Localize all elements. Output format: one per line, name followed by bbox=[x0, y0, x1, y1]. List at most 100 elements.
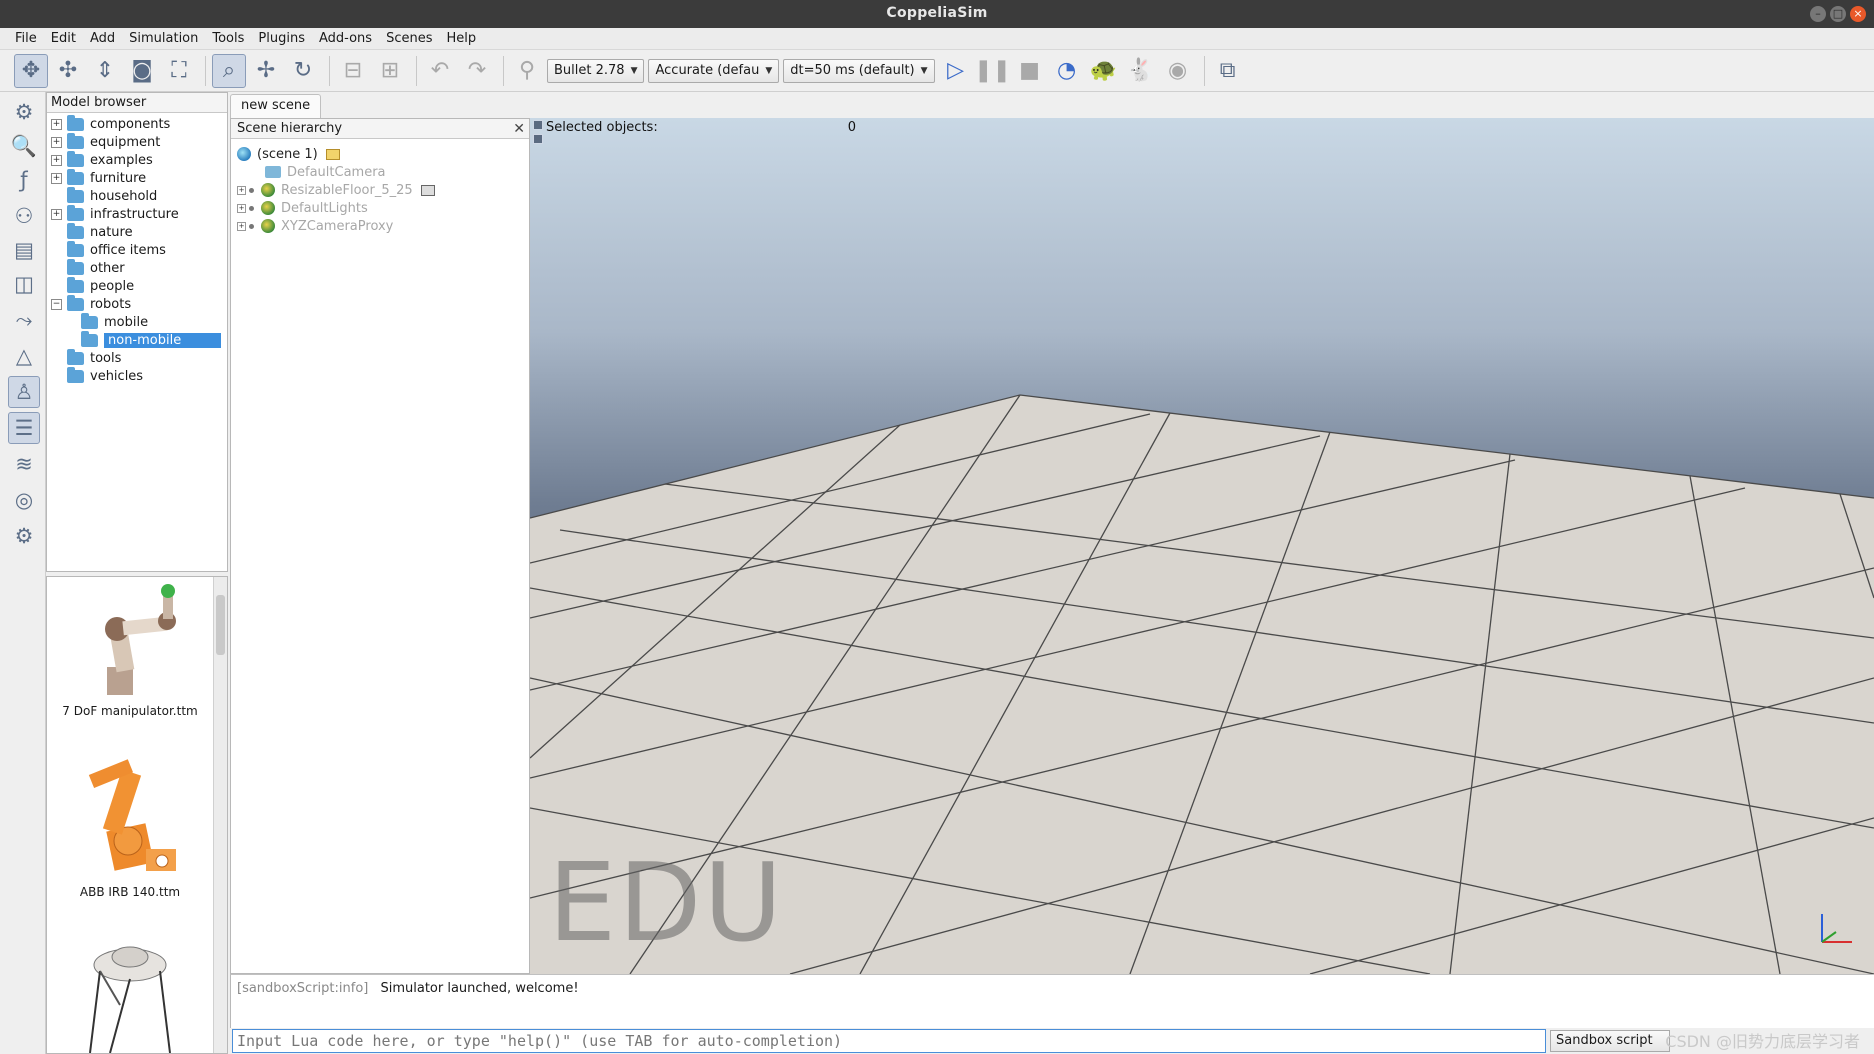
slow-down-icon[interactable]: 🐢 bbox=[1087, 54, 1121, 88]
expand-icon[interactable]: + bbox=[51, 208, 62, 220]
model-folder-infrastructure[interactable]: + infrastructure bbox=[51, 204, 179, 223]
folder-icon bbox=[67, 204, 84, 221]
collections-icon[interactable]: ⚇ bbox=[8, 200, 40, 232]
expand-icon[interactable]: + bbox=[51, 154, 62, 166]
menu-addons[interactable]: Add-ons bbox=[312, 31, 379, 46]
user-settings-icon[interactable]: ⚙ bbox=[8, 520, 40, 552]
model-folder-components[interactable]: + components bbox=[51, 114, 171, 133]
model-folder-other[interactable]: other bbox=[51, 258, 125, 277]
start-simulation-icon[interactable]: ▷ bbox=[939, 54, 973, 88]
lua-command-input[interactable]: Input Lua code here, or type "help()" (u… bbox=[232, 1029, 1546, 1053]
menu-simulation[interactable]: Simulation bbox=[122, 31, 205, 46]
model-folder-vehicles[interactable]: vehicles bbox=[51, 366, 143, 385]
thumbnail-abb[interactable]: ABB IRB 140.ttm bbox=[47, 757, 213, 899]
scene-toggle-icon[interactable]: ⧉ bbox=[1211, 54, 1245, 88]
hierarchy-item-xyzcameraproxy[interactable]: + XYZCameraProxy bbox=[237, 217, 393, 235]
speed-up-icon[interactable]: 🐇 bbox=[1124, 54, 1158, 88]
pause-simulation-icon[interactable]: ❚❚ bbox=[974, 54, 1011, 88]
hierarchy-item-defaultlights[interactable]: + DefaultLights bbox=[237, 199, 368, 217]
model-thumbnails-panel: 7 DoF manipulator.ttm ABB IRB 140.ttm bbox=[46, 576, 228, 1054]
maximize-icon[interactable]: □ bbox=[1830, 6, 1846, 22]
path-edit-icon[interactable]: ⤳ bbox=[8, 304, 40, 336]
model-folder-office-items[interactable]: office items bbox=[51, 240, 166, 259]
undo-icon[interactable]: ↶ bbox=[423, 54, 457, 88]
model-browser-icon[interactable]: ♙ bbox=[8, 376, 40, 408]
model-folder-robots[interactable]: − robots bbox=[51, 294, 131, 313]
accuracy-select[interactable]: Accurate (defau ▼ bbox=[648, 58, 780, 83]
assemble-icon[interactable]: ⊟ bbox=[336, 54, 370, 88]
menu-scenes[interactable]: Scenes bbox=[379, 31, 439, 46]
script-icon[interactable] bbox=[420, 184, 435, 196]
click-selection-icon[interactable]: ⌕ bbox=[212, 53, 246, 88]
model-folder-tools[interactable]: tools bbox=[51, 348, 121, 367]
scene-hierarchy-icon[interactable]: ☰ bbox=[8, 412, 40, 444]
model-folder-examples[interactable]: + examples bbox=[51, 150, 153, 169]
fit-to-view-icon[interactable]: ⛶ bbox=[162, 54, 196, 88]
menu-help[interactable]: Help bbox=[439, 31, 483, 46]
object-rotate-icon[interactable]: ↻ bbox=[286, 54, 320, 88]
menu-add[interactable]: Add bbox=[83, 31, 122, 46]
stop-simulation-icon[interactable]: ■ bbox=[1013, 54, 1047, 88]
physics-engine-select[interactable]: Bullet 2.78 ▼ bbox=[547, 58, 645, 83]
minimize-icon[interactable]: – bbox=[1810, 6, 1826, 22]
expand-icon[interactable]: + bbox=[51, 118, 62, 130]
scene-root[interactable]: (scene 1) bbox=[237, 145, 340, 163]
menu-tools[interactable]: Tools bbox=[205, 31, 251, 46]
status-console: [sandboxScript:info] Simulator launched,… bbox=[230, 974, 1874, 1028]
menu-plugins[interactable]: Plugins bbox=[251, 31, 312, 46]
camera-pan-icon[interactable]: ✥ bbox=[14, 53, 48, 88]
thumbnail-7dof[interactable]: 7 DoF manipulator.ttm bbox=[47, 581, 213, 718]
close-hierarchy-icon[interactable]: ✕ bbox=[513, 119, 525, 139]
menu-file[interactable]: File bbox=[8, 31, 44, 46]
scripts-icon[interactable]: ▤ bbox=[8, 234, 40, 266]
camera-shift-icon[interactable]: ⇕ bbox=[88, 54, 122, 88]
window-title: CoppeliaSim bbox=[886, 5, 988, 21]
expand-icon[interactable]: + bbox=[237, 203, 246, 213]
expand-icon[interactable]: + bbox=[51, 136, 62, 148]
close-icon[interactable]: × bbox=[1850, 6, 1866, 22]
transfer-dna-icon[interactable]: ⊞ bbox=[373, 54, 407, 88]
model-folder-furniture[interactable]: + furniture bbox=[51, 168, 146, 187]
calculation-modules-icon[interactable]: ƒ bbox=[8, 164, 40, 196]
camera-rotate-icon[interactable]: ✣ bbox=[51, 54, 85, 88]
script-target-select[interactable]: Sandbox script bbox=[1550, 1030, 1670, 1052]
model-folder-household[interactable]: household bbox=[51, 186, 157, 205]
zoom-icon[interactable]: 🔍 bbox=[8, 130, 40, 162]
realtime-icon[interactable]: ◔ bbox=[1050, 54, 1084, 88]
viewport-corner-icon[interactable] bbox=[533, 120, 543, 130]
model-folder-nature[interactable]: nature bbox=[51, 222, 133, 241]
expand-icon[interactable]: + bbox=[51, 172, 62, 184]
folder-label: components bbox=[90, 116, 171, 132]
menu-edit[interactable]: Edit bbox=[44, 31, 83, 46]
thumbnails-scrollbar[interactable] bbox=[213, 577, 227, 1053]
redo-icon[interactable]: ↷ bbox=[460, 54, 494, 88]
viewport-corner-icon-2[interactable] bbox=[533, 134, 543, 144]
scene-viewport[interactable]: Selected objects: 0 EDU bbox=[530, 118, 1874, 974]
tab-new-scene[interactable]: new scene bbox=[230, 94, 322, 118]
folder-icon bbox=[67, 222, 84, 239]
main-toolbar: ✥ ✣ ⇕ ◙ ⛶ ⌕ ✢ ↻ ⊟ ⊞ ↶ ↷ ⚲ Bullet 2.78 ▼ A… bbox=[0, 50, 1874, 92]
scene-script-icon[interactable] bbox=[325, 148, 340, 160]
video-recorder-icon[interactable]: ◎ bbox=[8, 484, 40, 516]
model-folder-mobile[interactable]: mobile bbox=[81, 312, 148, 331]
timestep-select[interactable]: dt=50 ms (default) ▼ bbox=[783, 58, 935, 83]
thumbnail-delta[interactable] bbox=[47, 935, 213, 1053]
model-folder-people[interactable]: people bbox=[51, 276, 134, 295]
camera-angle-icon[interactable]: ◙ bbox=[125, 54, 159, 88]
object-shift-icon[interactable]: ✢ bbox=[249, 54, 283, 88]
shape-edit-icon[interactable]: ◫ bbox=[8, 268, 40, 300]
model-folder-equipment[interactable]: + equipment bbox=[51, 132, 160, 151]
collapse-icon[interactable]: − bbox=[51, 298, 62, 310]
selection-icon[interactable]: △ bbox=[8, 340, 40, 372]
expand-icon[interactable]: + bbox=[237, 185, 246, 195]
expand-icon[interactable]: + bbox=[237, 221, 246, 231]
simulation-settings-icon[interactable]: ⚙ bbox=[8, 96, 40, 128]
model-folder-non-mobile[interactable]: non-mobile bbox=[81, 330, 222, 349]
thumbnails-scroll-thumb[interactable] bbox=[216, 595, 225, 655]
hierarchy-item-resizablefloor[interactable]: + ResizableFloor_5_25 bbox=[237, 181, 435, 199]
dynamics-toggle-icon[interactable]: ⚲ bbox=[510, 54, 544, 88]
layers-icon[interactable]: ≋ bbox=[8, 448, 40, 480]
hierarchy-item-defaultcamera[interactable]: DefaultCamera bbox=[265, 163, 386, 181]
visualization-toggle-icon[interactable]: ◉ bbox=[1161, 54, 1195, 88]
